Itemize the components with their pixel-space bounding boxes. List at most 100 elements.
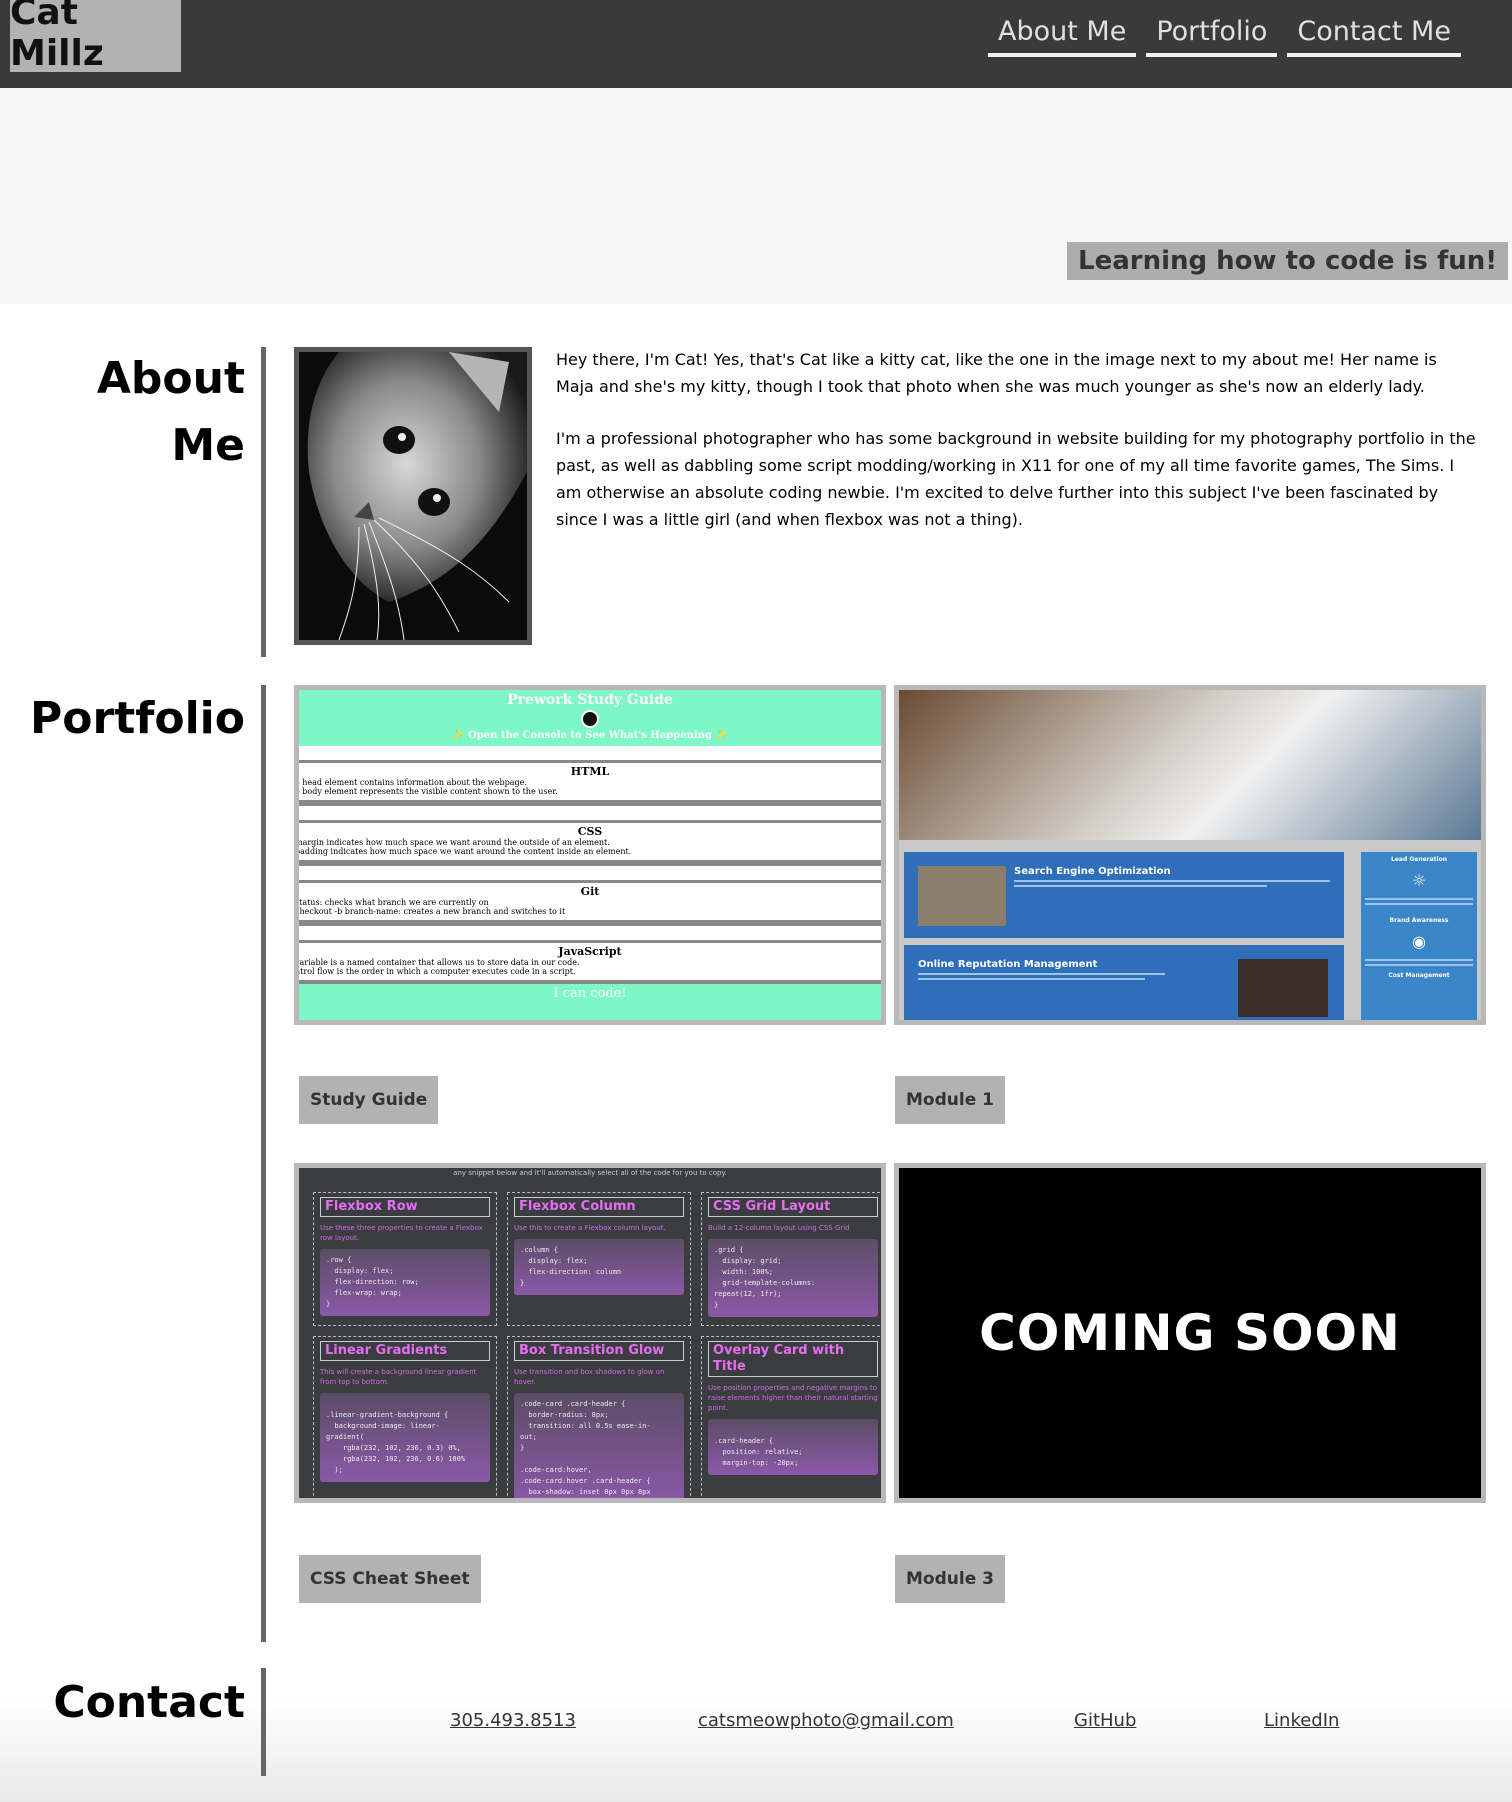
module1-sidebar: Lead Generation ☼ Brand Awareness ◉ Cost… xyxy=(1361,852,1477,1020)
project-card-study-guide[interactable]: Prework Study Guide ✨ Open the Console t… xyxy=(294,685,886,1025)
cheatsheet-cell-desc: This will create a background linear gra… xyxy=(320,1368,477,1386)
project-card-css-cheat-sheet[interactable]: any snippet below and it'll automaticall… xyxy=(294,1163,886,1503)
cheatsheet-code[interactable]: .column { display: flex; flex-direction:… xyxy=(514,1239,684,1295)
project-label-css-cheat-sheet[interactable]: CSS Cheat Sheet xyxy=(299,1555,481,1603)
cheatsheet-intro: any snippet below and it'll automaticall… xyxy=(453,1169,727,1177)
bulb-icon: ☼ xyxy=(1411,871,1427,890)
contact-phone-link[interactable]: 305.493.8513 xyxy=(450,1710,576,1731)
contact-email-link[interactable]: catsmeowphoto@gmail.com xyxy=(698,1710,954,1731)
module1-seo-title: Search Engine Optimization xyxy=(1014,866,1171,877)
project-label-study-guide[interactable]: Study Guide xyxy=(299,1076,439,1124)
hero-banner: Learning how to code is fun! xyxy=(0,88,1512,304)
study-guide-block: CSS margin indicates how much space we w… xyxy=(299,820,881,866)
about-paragraph-2: I'm a professional photographer who has … xyxy=(556,429,1476,529)
text-line xyxy=(918,978,1145,980)
text-line xyxy=(1365,964,1473,966)
about-paragraph-1: Hey there, I'm Cat! Yes, that's Cat like… xyxy=(556,350,1437,396)
module1-side-title: Brand Awareness xyxy=(1389,917,1449,924)
cheatsheet-cell-desc: Build a 12-column layout using CSS Grid xyxy=(708,1224,850,1232)
project-card-module-3[interactable]: COMING SOON xyxy=(894,1163,1486,1503)
cheatsheet-cell-title: CSS Grid Layout xyxy=(708,1197,878,1217)
about-text: Hey there, I'm Cat! Yes, that's Cat like… xyxy=(556,346,1478,533)
study-guide-subtitle: ✨ Open the Console to See What's Happeni… xyxy=(452,730,728,741)
cheatsheet-cell: Flexbox Column Use this to create a Flex… xyxy=(507,1192,691,1326)
nav-contact-me[interactable]: Contact Me xyxy=(1287,14,1461,57)
cheatsheet-cell: Flexbox Row Use these three properties t… xyxy=(313,1192,497,1326)
study-guide-block: JavaScript variable is a named container… xyxy=(299,940,881,986)
study-guide-line: variable is a named container that allow… xyxy=(295,958,580,967)
hero-tagline: Learning how to code is fun! xyxy=(1067,242,1509,280)
study-guide-line: margin indicates how much space we want … xyxy=(295,838,610,847)
project-label-module-1[interactable]: Module 1 xyxy=(895,1076,1005,1124)
cheatsheet-cell-desc: Use position properties and negative mar… xyxy=(708,1384,878,1412)
module1-side-title: Cost Management xyxy=(1388,972,1450,979)
cheatsheet-cell: Linear Gradients This will create a back… xyxy=(313,1336,497,1498)
module1-hero-photo xyxy=(899,690,1481,840)
text-line xyxy=(1365,898,1473,900)
module1-seo-thumb xyxy=(918,866,1006,926)
study-guide-heading: CSS xyxy=(577,825,603,838)
contact-github-link[interactable]: GitHub xyxy=(1074,1710,1136,1731)
contact-linkedin-link[interactable]: LinkedIn xyxy=(1264,1710,1339,1731)
study-guide-line: e head element contains information abou… xyxy=(295,778,527,787)
nav-about-me[interactable]: About Me xyxy=(988,14,1137,57)
study-guide-preview: Prework Study Guide ✨ Open the Console t… xyxy=(299,690,881,1020)
cheatsheet-cell-title: Box Transition Glow xyxy=(514,1341,684,1361)
cheatsheet-code[interactable]: .linear-gradient-background { background… xyxy=(320,1393,490,1482)
cheatsheet-cell-desc: Use transition and box shadows to glow o… xyxy=(514,1368,665,1386)
text-line xyxy=(1014,885,1267,887)
module1-orm-thumb xyxy=(1238,959,1328,1017)
text-line xyxy=(1014,880,1330,882)
site-brand[interactable]: Cat Millz xyxy=(10,0,181,74)
module1-preview: Search Engine Optimization Online Reputa… xyxy=(899,690,1481,1020)
study-guide-footer: I can code! xyxy=(299,984,881,1020)
nav-portfolio[interactable]: Portfolio xyxy=(1146,14,1278,57)
project-label-module-3[interactable]: Module 3 xyxy=(895,1555,1005,1603)
about-title: About Me xyxy=(96,353,245,471)
study-guide-heading: JavaScript xyxy=(558,945,622,958)
text-line xyxy=(918,973,1166,975)
study-guide-block: HTML e head element contains information… xyxy=(299,760,881,806)
cheatsheet-cell: CSS Grid Layout Build a 12-column layout… xyxy=(701,1192,881,1326)
study-guide-title: Prework Study Guide xyxy=(507,692,673,708)
cheatsheet-cell-desc: Use these three properties to create a F… xyxy=(320,1224,483,1242)
text-line xyxy=(1365,959,1473,961)
contact-divider xyxy=(261,1668,266,1776)
contact-title: Contact xyxy=(53,1677,245,1728)
study-guide-line: padding indicates how much space we want… xyxy=(295,847,632,856)
cheatsheet-cell-desc: Use this to create a Flexbox column layo… xyxy=(514,1224,666,1232)
cheatsheet-cell-title: Linear Gradients xyxy=(320,1341,490,1361)
site-header: Cat Millz About Me Portfolio Contact Me xyxy=(0,0,1512,88)
module1-orm-box: Online Reputation Management xyxy=(904,945,1344,1020)
main-nav: About Me Portfolio Contact Me xyxy=(988,14,1461,57)
about-divider xyxy=(261,347,266,657)
coming-soon-preview: COMING SOON xyxy=(899,1168,1481,1498)
cheatsheet-code[interactable]: .grid { display: grid; width: 100%; grid… xyxy=(708,1239,878,1317)
cheatsheet-cell: Box Transition Glow Use transition and b… xyxy=(507,1336,691,1498)
cat-photo-image xyxy=(299,352,527,640)
cheatsheet-cell-title: Flexbox Column xyxy=(514,1197,684,1217)
cheatsheet-cell: Overlay Card with Title Use position pro… xyxy=(701,1336,881,1498)
cheatsheet-code[interactable]: .card-header { position: relative; margi… xyxy=(708,1419,878,1475)
module1-side-title: Lead Generation xyxy=(1391,856,1447,863)
cheatsheet-code[interactable]: .code-card .card-header { border-radius:… xyxy=(514,1393,684,1498)
broadcast-icon: ◉ xyxy=(1412,932,1426,951)
cheatsheet-cell-title: Overlay Card with Title xyxy=(708,1341,878,1377)
module1-seo-box: Search Engine Optimization xyxy=(904,852,1344,938)
cheatsheet-cell-title: Flexbox Row xyxy=(320,1197,490,1217)
study-guide-block: Git status: checks what branch we are cu… xyxy=(299,880,881,926)
study-guide-line: e body element represents the visible co… xyxy=(295,787,558,796)
portfolio-title: Portfolio xyxy=(30,693,245,744)
owl-icon xyxy=(581,710,599,728)
study-guide-line: ntrol flow is the order in which a compu… xyxy=(295,967,576,976)
study-guide-heading: HTML xyxy=(570,765,610,778)
study-guide-heading: Git xyxy=(580,885,600,898)
cheatsheet-code[interactable]: .row { display: flex; flex-direction: ro… xyxy=(320,1249,490,1316)
text-line xyxy=(1365,903,1473,905)
portfolio-divider xyxy=(261,685,266,1642)
study-guide-header: Prework Study Guide ✨ Open the Console t… xyxy=(299,690,881,746)
cheatsheet-preview: any snippet below and it'll automaticall… xyxy=(299,1168,881,1498)
cat-photo xyxy=(294,347,532,645)
study-guide-line: status: checks what branch we are curren… xyxy=(295,898,489,907)
project-card-module-1[interactable]: Search Engine Optimization Online Reputa… xyxy=(894,685,1486,1025)
